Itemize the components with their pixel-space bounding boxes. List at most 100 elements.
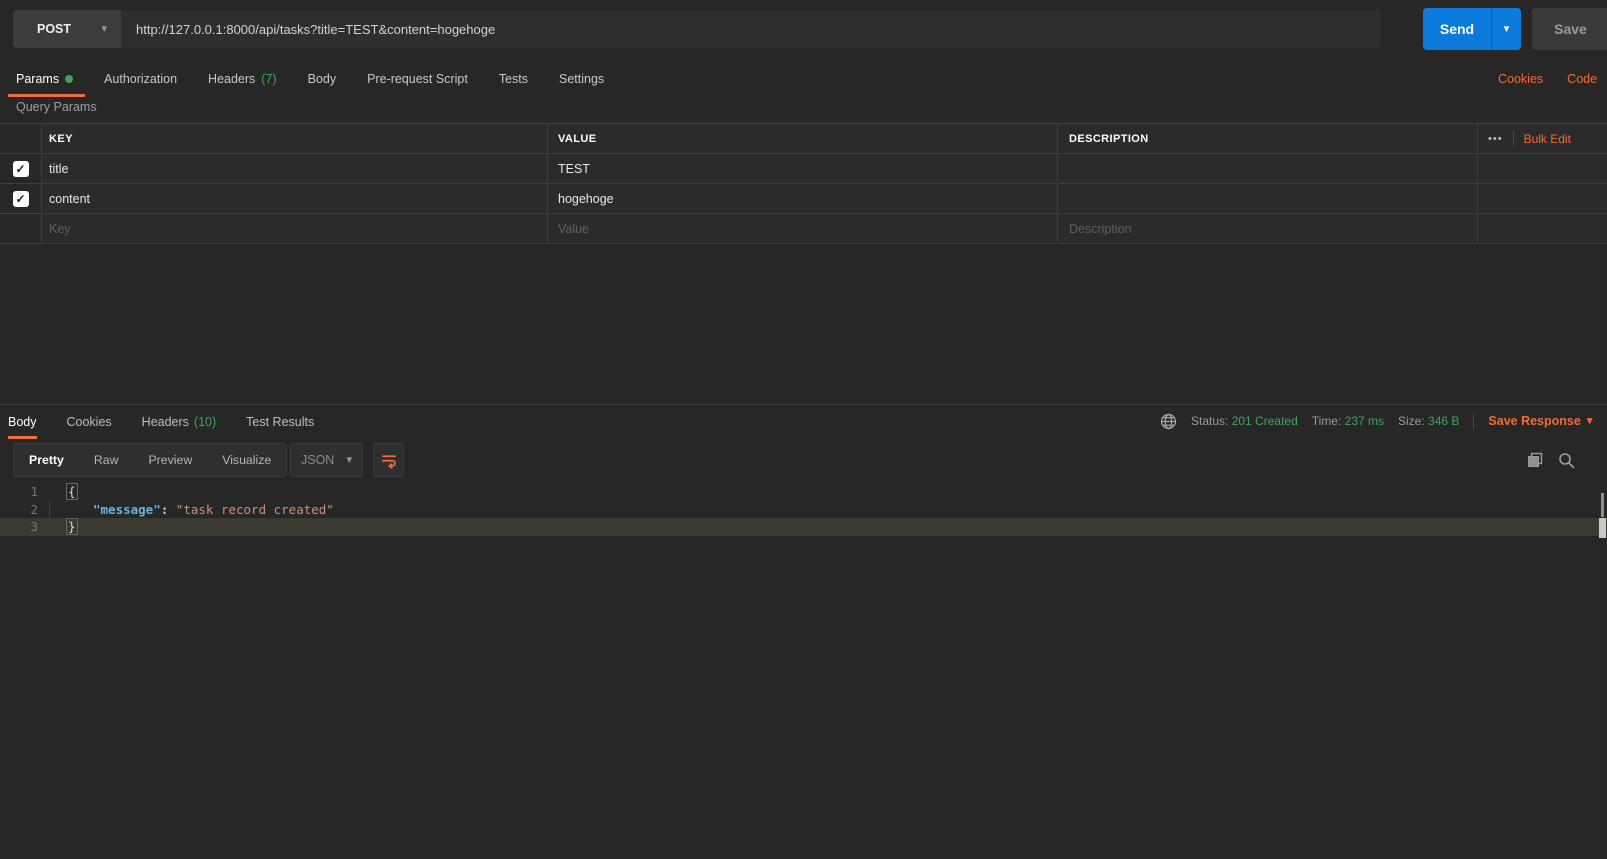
save-button-label: Save bbox=[1554, 21, 1587, 37]
row-actions bbox=[1477, 214, 1607, 243]
request-url-bar: POST ▾ bbox=[13, 10, 1381, 48]
bulk-edit-button[interactable]: Bulk Edit bbox=[1524, 132, 1571, 146]
value-column-header: VALUE bbox=[547, 124, 1057, 153]
tab-label: Settings bbox=[559, 71, 605, 86]
view-tab-visualize[interactable]: Visualize bbox=[207, 453, 286, 467]
tab-label: Authorization bbox=[104, 71, 178, 86]
save-response-label: Save Response bbox=[1488, 414, 1581, 428]
tab-label: Body bbox=[8, 415, 37, 429]
view-tab-preview[interactable]: Preview bbox=[133, 453, 207, 467]
tab-label: Headers bbox=[208, 71, 256, 86]
wrap-text-icon bbox=[380, 451, 398, 469]
url-input[interactable] bbox=[121, 10, 1381, 48]
code-brace: { bbox=[66, 483, 78, 500]
response-tab-test-results[interactable]: Test Results bbox=[246, 405, 314, 439]
code-line[interactable]: 2 "message": "task record created" bbox=[0, 500, 1607, 518]
green-dot-icon bbox=[65, 74, 74, 83]
send-button[interactable]: Send ▾ bbox=[1423, 8, 1521, 50]
row-actions bbox=[1477, 154, 1607, 183]
request-tab-settings[interactable]: Settings bbox=[559, 60, 604, 97]
divider bbox=[1473, 413, 1475, 429]
code-lines: 1{2 "message": "task record created" 3} bbox=[0, 483, 1607, 536]
globe-icon[interactable] bbox=[1160, 413, 1177, 430]
response-tab-headers[interactable]: Headers (10) bbox=[142, 405, 216, 439]
key-cell[interactable]: content bbox=[41, 184, 547, 213]
value-cell[interactable]: TEST bbox=[547, 154, 1057, 183]
send-options-button[interactable]: ▾ bbox=[1491, 8, 1521, 50]
row-checkbox[interactable]: ✓ bbox=[12, 160, 29, 177]
params-header-row: KEY VALUE DESCRIPTION ••• Bulk Edit bbox=[0, 124, 1607, 154]
key-column-header: KEY bbox=[41, 124, 547, 153]
params-placeholder-row: Key Value Description bbox=[0, 214, 1607, 244]
code-string: "task record created" bbox=[175, 501, 334, 517]
request-tab-authorization[interactable]: Authorization bbox=[104, 60, 177, 97]
more-options-icon[interactable]: ••• bbox=[1488, 133, 1503, 145]
row-checkbox[interactable]: ✓ bbox=[12, 190, 29, 207]
chevron-down-icon: ▾ bbox=[346, 453, 352, 466]
response-toolbar: Pretty Raw Preview Visualize JSON ▾ bbox=[0, 443, 1607, 478]
request-tab-links: Cookies Code bbox=[1498, 60, 1597, 97]
tab-label: Pre-request Script bbox=[367, 71, 468, 86]
method-select[interactable]: POST ▾ bbox=[13, 10, 121, 48]
time-value: 237 ms bbox=[1344, 414, 1385, 428]
size-value: 346 B bbox=[1428, 414, 1460, 428]
response-tab-body[interactable]: Body bbox=[8, 405, 37, 439]
size-label: Size: bbox=[1398, 414, 1425, 428]
code-line[interactable]: 3} bbox=[0, 518, 1607, 536]
tab-label: Headers bbox=[141, 415, 189, 429]
copy-icon[interactable] bbox=[1527, 452, 1544, 469]
active-tab-underline bbox=[8, 436, 37, 439]
code-link[interactable]: Code bbox=[1567, 72, 1597, 86]
divider bbox=[1512, 130, 1514, 147]
checkbox-cell: ✓ bbox=[0, 154, 41, 183]
description-column-header: DESCRIPTION bbox=[1057, 124, 1477, 153]
checkbox-cell: ✓ bbox=[0, 184, 41, 213]
key-input[interactable]: Key bbox=[41, 214, 547, 243]
save-response-button[interactable]: Save Response ▾ bbox=[1488, 414, 1592, 428]
code-text: { bbox=[48, 483, 78, 501]
chevron-down-icon: ▾ bbox=[1503, 22, 1510, 35]
view-tab-raw[interactable]: Raw bbox=[79, 453, 134, 467]
request-tab-body[interactable]: Body bbox=[308, 60, 337, 97]
code-key: "message" bbox=[93, 501, 161, 517]
request-tab-headers[interactable]: Headers (7) bbox=[208, 60, 277, 97]
params-row: ✓ content hogehoge bbox=[0, 184, 1607, 214]
request-tab-tests[interactable]: Tests bbox=[499, 60, 528, 97]
chevron-down-icon: ▾ bbox=[1586, 414, 1593, 427]
scrollbar-thumb[interactable] bbox=[1601, 493, 1604, 517]
response-tab-cookies[interactable]: Cookies bbox=[67, 405, 112, 439]
status-label: Status: bbox=[1191, 414, 1229, 428]
time-label: Time: bbox=[1311, 414, 1342, 428]
tab-label: Test Results bbox=[246, 415, 315, 429]
scrollbar-thumb[interactable] bbox=[1599, 518, 1606, 538]
cookies-link[interactable]: Cookies bbox=[1498, 72, 1543, 86]
request-tab-pre-request-script[interactable]: Pre-request Script bbox=[367, 60, 468, 97]
value-input[interactable]: Value bbox=[547, 214, 1057, 243]
view-tab-pretty[interactable]: Pretty bbox=[14, 453, 79, 467]
description-input[interactable]: Description bbox=[1057, 214, 1477, 243]
response-body-viewer: 1{2 "message": "task record created" 3} bbox=[0, 483, 1607, 536]
send-button-label: Send bbox=[1439, 21, 1475, 37]
format-select[interactable]: JSON ▾ bbox=[290, 443, 363, 477]
request-tabs: Params Authorization Headers (7) Body Pre-req… bbox=[0, 60, 1607, 97]
code-brace: } bbox=[66, 518, 78, 535]
tab-label: Params bbox=[16, 71, 60, 86]
key-cell[interactable]: title bbox=[41, 154, 547, 183]
code-punct: : bbox=[160, 501, 176, 517]
description-cell[interactable] bbox=[1057, 184, 1477, 213]
code-line[interactable]: 1{ bbox=[0, 483, 1607, 501]
checkbox-cell bbox=[0, 214, 41, 243]
search-icon[interactable] bbox=[1558, 452, 1575, 469]
request-tab-params[interactable]: Params bbox=[8, 60, 86, 97]
code-text: "message": "task record created" bbox=[49, 500, 334, 518]
query-params-title: Query Params bbox=[16, 100, 97, 114]
response-tool-icons bbox=[1527, 443, 1575, 477]
wrap-text-button[interactable] bbox=[373, 443, 404, 477]
description-cell[interactable] bbox=[1057, 154, 1477, 183]
save-button[interactable]: Save ▾ bbox=[1532, 8, 1607, 50]
status-value: 201 Created bbox=[1231, 414, 1298, 428]
value-cell[interactable]: hogehoge bbox=[547, 184, 1057, 213]
tab-label: Body bbox=[307, 71, 337, 86]
params-row: ✓ title TEST bbox=[0, 154, 1607, 184]
response-meta: Status: 201 Created Time: 237 ms Size: 3… bbox=[1160, 404, 1592, 438]
